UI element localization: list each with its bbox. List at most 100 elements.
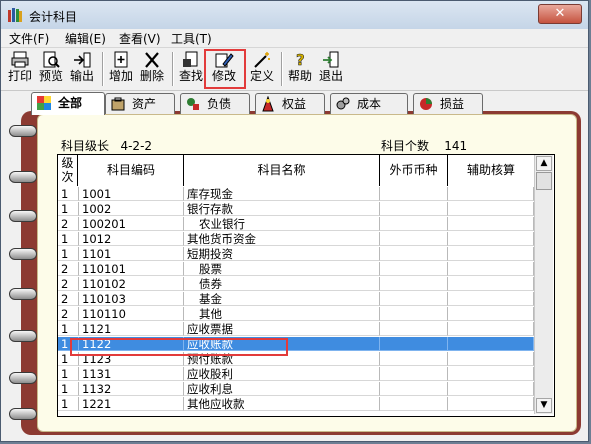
selected-row-highlight <box>70 338 288 356</box>
cell-code: 110110 <box>79 307 184 321</box>
account-count-info: 科目个数 141 <box>381 137 467 154</box>
cell-level: 1 <box>58 247 79 261</box>
table-row[interactable]: 1 1001 库存现金 <box>58 187 534 201</box>
printer-icon <box>11 51 29 68</box>
help-button[interactable]: ? 帮助 <box>287 50 313 88</box>
cell-aux <box>448 217 534 231</box>
cell-currency <box>380 217 448 231</box>
table-row[interactable]: 1 1132 应收利息 <box>58 382 534 396</box>
cell-level: 1 <box>58 202 79 216</box>
table-row[interactable]: 1 1012 其他货币资金 <box>58 232 534 246</box>
table-row[interactable]: 2 110103 基金 <box>58 292 534 306</box>
menu-file[interactable]: 文件(F) <box>9 30 49 47</box>
cell-currency <box>380 262 448 276</box>
define-button[interactable]: 定义 <box>249 50 275 88</box>
account-level-label: 科目级长 <box>61 139 110 153</box>
title-bar: 会计科目 ✕ <box>1 1 588 29</box>
table-row[interactable]: 2 110110 其他 <box>58 307 534 321</box>
tab-all[interactable]: 全部 <box>31 92 105 115</box>
tab-cost[interactable]: 成本 <box>330 93 408 114</box>
scroll-down-arrow-icon[interactable]: ▼ <box>536 398 552 413</box>
cell-name: 其他 <box>184 307 380 321</box>
find-button[interactable]: 查找 <box>178 50 204 88</box>
menu-tools[interactable]: 工具(T) <box>171 30 212 47</box>
cell-code: 100201 <box>79 217 184 231</box>
table-row[interactable]: 1 1101 短期投资 <box>58 247 534 261</box>
menu-edit[interactable]: 编辑(E) <box>65 30 106 47</box>
toolbar-separator <box>102 52 104 86</box>
cell-currency <box>380 307 448 321</box>
table-row[interactable]: 1 1131 应收股利 <box>58 367 534 381</box>
cell-level: 1 <box>58 367 79 381</box>
column-header-name[interactable]: 科目名称 <box>184 155 380 186</box>
add-button[interactable]: 增加 <box>108 50 134 88</box>
cell-name: 应收利息 <box>184 382 380 396</box>
toolbar-separator <box>172 52 174 86</box>
liabilities-icon <box>187 98 199 110</box>
cell-currency <box>380 337 448 351</box>
binder-ring <box>9 330 37 342</box>
column-header-currency[interactable]: 外币币种 <box>380 155 448 186</box>
cell-code: 1132 <box>79 382 184 396</box>
exit-button[interactable]: 退出 <box>318 50 344 88</box>
print-button[interactable]: 打印 <box>7 50 33 88</box>
cell-currency <box>380 247 448 261</box>
cell-currency <box>380 202 448 216</box>
table-row[interactable]: 2 100201 农业银行 <box>58 217 534 231</box>
account-count-value: 141 <box>444 139 468 153</box>
account-count-label: 科目个数 <box>381 139 430 153</box>
scroll-up-arrow-icon[interactable]: ▲ <box>536 156 552 171</box>
cell-code: 1001 <box>79 187 184 201</box>
window-title: 会计科目 <box>29 10 78 24</box>
cell-name: 应收票据 <box>184 322 380 336</box>
help-icon: ? <box>296 51 305 69</box>
table-row[interactable]: 1 1221 其他应收款 <box>58 397 534 411</box>
menu-bar: 文件(F) 编辑(E) 查看(V) 工具(T) <box>1 29 588 48</box>
delete-button[interactable]: 删除 <box>139 50 165 88</box>
cell-code: 110102 <box>79 277 184 291</box>
cell-level: 1 <box>58 232 79 246</box>
cell-code: 1012 <box>79 232 184 246</box>
binder-ring <box>9 288 37 300</box>
account-level-value: 4-2-2 <box>120 139 153 153</box>
cell-aux <box>448 352 534 366</box>
account-level-info: 科目级长 4-2-2 <box>61 137 152 154</box>
column-header-aux[interactable]: 辅助核算 <box>448 155 535 186</box>
cell-aux <box>448 337 534 351</box>
cell-level: 1 <box>58 382 79 396</box>
svg-text:?: ? <box>296 51 305 69</box>
preview-button[interactable]: 预览 <box>38 50 64 88</box>
modify-button-highlight <box>204 49 246 89</box>
preview-icon <box>43 51 60 68</box>
vertical-scrollbar[interactable]: ▲ ▼ <box>534 155 553 414</box>
export-button[interactable]: 输出 <box>69 50 95 88</box>
cell-name: 短期投资 <box>184 247 380 261</box>
cell-currency <box>380 187 448 201</box>
toolbar: 打印 预览 输出 增加 删除 查找 修改 定义 ? 帮助 退出 <box>1 48 588 91</box>
scrollbar-thumb[interactable] <box>536 172 552 190</box>
tab-assets[interactable]: 资产 <box>105 93 175 114</box>
cell-aux <box>448 382 534 396</box>
tab-liabilities[interactable]: 负债 <box>180 93 250 114</box>
column-header-code[interactable]: 科目编码 <box>79 155 184 186</box>
cell-code: 1121 <box>79 322 184 336</box>
cell-currency <box>380 232 448 246</box>
close-button[interactable]: ✕ <box>538 4 582 24</box>
table-row[interactable]: 2 110101 股票 <box>58 262 534 276</box>
cell-code: 110103 <box>79 292 184 306</box>
cell-aux <box>448 247 534 261</box>
exit-door-icon <box>323 51 339 68</box>
menu-view[interactable]: 查看(V) <box>119 30 161 47</box>
cell-currency <box>380 292 448 306</box>
cell-code: 110101 <box>79 262 184 276</box>
table-row[interactable]: 1 1002 银行存款 <box>58 202 534 216</box>
app-window: 会计科目 ✕ 文件(F) 编辑(E) 查看(V) 工具(T) 打印 预览 输出 … <box>0 0 589 442</box>
column-header-level[interactable]: 级次 <box>58 155 78 186</box>
table-row[interactable]: 2 110102 债券 <box>58 277 534 291</box>
cell-name: 其他应收款 <box>184 397 380 411</box>
cell-currency <box>380 382 448 396</box>
table-row[interactable]: 1 1121 应收票据 <box>58 322 534 336</box>
tab-profit-loss[interactable]: 损益 <box>413 93 483 114</box>
cell-name: 股票 <box>184 262 380 276</box>
tab-equity[interactable]: 权益 <box>255 93 325 114</box>
